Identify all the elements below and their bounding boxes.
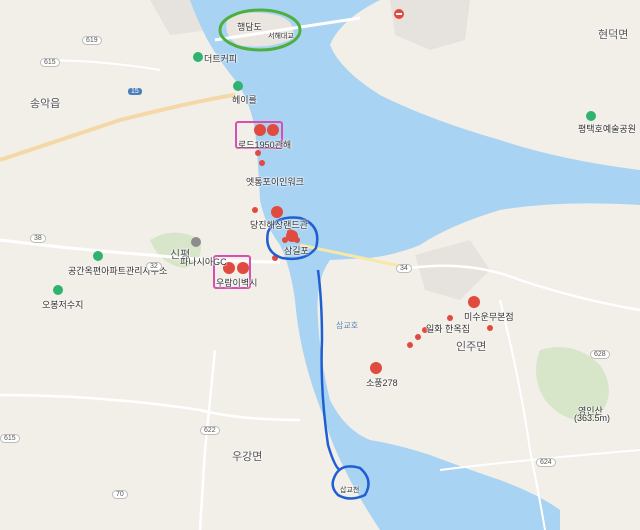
label-hyeondeok[interactable]: 현덕면 [598,26,628,42]
label-heo[interactable]: 헤이를 [232,93,257,106]
label-yeshtong[interactable]: 엣통포이인워크 [246,175,304,188]
label-samgil[interactable]: 삼길포 [284,244,309,257]
label-the-coffee[interactable]: 더트커피 [204,52,237,65]
road-shield-624: 624 [536,458,556,467]
label-sapgyo[interactable]: 삽교천 [340,485,359,495]
road-shield-70: 70 [112,490,128,499]
label-dangjin[interactable]: 당진해상랜드관 [250,218,308,231]
road-shield-622: 622 [200,426,220,435]
label-ugang[interactable]: 우강면 [232,448,262,464]
label-yeongin-alt: (363.5m) [574,413,611,423]
road-shield-38: 38 [30,234,46,243]
highway-shield: 15 [128,88,142,95]
road-shield-34: 34 [396,264,412,273]
road-shield-615: 615 [40,58,60,67]
label-bridge[interactable]: 서해대교 [268,31,294,41]
label-ilhwa[interactable]: 일화 한옥집 [426,322,470,335]
label-food1950[interactable]: 로드1950관해 [238,138,291,151]
label-songak[interactable]: 송악읍 [30,95,60,111]
label-sopung[interactable]: 소풍278 [366,376,398,389]
label-misu[interactable]: 미수운무본점 [464,310,514,323]
road-shield-32: 32 [146,262,162,271]
label-obong[interactable]: 오봉저수지 [42,298,83,311]
road-shield-628: 628 [590,350,610,359]
label-injoo[interactable]: 인주면 [456,338,486,354]
label-haengdam[interactable]: 행담도 [237,20,262,33]
label-uram[interactable]: 우람이벽시 [216,276,257,289]
label-panasia[interactable]: 파나시아GC [180,255,227,268]
road-shield-619: 619 [82,36,102,45]
road-shield-615b: 615 [0,434,20,443]
label-pyeongtaek-art[interactable]: 평택호예술공원 [578,122,636,135]
map-view[interactable]: 행담도 서해대교 송악읍 더트커피 헤이를 로드1950관해 엣통포이인워크 당… [0,0,640,530]
label-sapgyo-lake: 삽교호 [336,321,359,330]
